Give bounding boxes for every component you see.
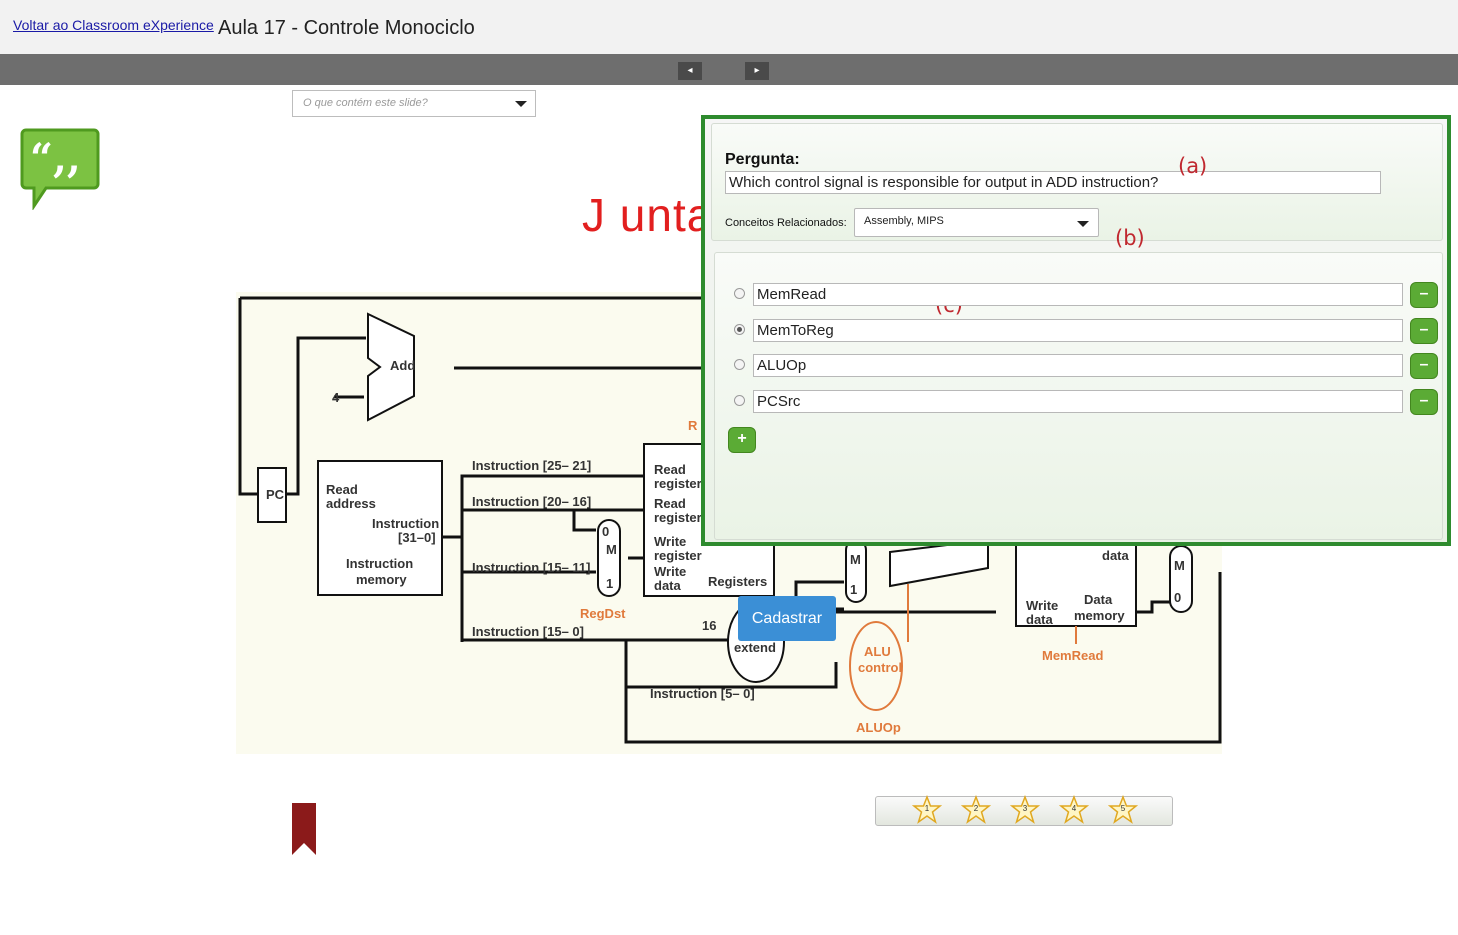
mux-label: M — [606, 542, 617, 557]
remove-option-4-button[interactable]: – — [1410, 389, 1438, 415]
minus-icon: – — [1419, 356, 1429, 373]
write-register-label-2: register — [654, 548, 702, 563]
star-1-icon[interactable]: 1 — [911, 794, 943, 825]
annotation-b: (b) — [1115, 226, 1145, 250]
read-register-1-label: Read — [654, 462, 686, 477]
star-5-icon[interactable]: 5 — [1107, 794, 1139, 825]
alu-control-label: ALU — [864, 644, 891, 659]
write-data-label: Write — [654, 564, 686, 579]
question-label: Pergunta: — [725, 151, 800, 168]
star-2-icon[interactable]: 2 — [960, 794, 992, 825]
read-address-label-2: address — [326, 496, 376, 511]
pc-label: PC — [266, 487, 285, 502]
instruction-bits-label: [31–0] — [398, 530, 436, 545]
read-register-2-label: Read — [654, 496, 686, 511]
data-label: data — [1102, 548, 1130, 563]
instr-20-16-label: Instruction [20– 16] — [472, 494, 591, 509]
data-memory-label-2: memory — [1074, 608, 1125, 623]
mux-1-label: 1 — [606, 576, 613, 591]
instr-15-11-label: Instruction [15– 11] — [472, 560, 590, 575]
memread-label: MemRead — [1042, 648, 1103, 663]
star-5-label: 5 — [1120, 804, 1126, 813]
annotation-a: (a) — [1178, 154, 1208, 178]
chevron-left-icon: ◂ — [687, 65, 693, 76]
option-2-radio[interactable] — [734, 324, 745, 335]
concepts-dropdown[interactable]: Assembly, MIPS — [854, 208, 1099, 237]
option-4-radio[interactable] — [734, 395, 745, 406]
star-2-label: 2 — [973, 804, 979, 813]
minus-icon: – — [1419, 285, 1429, 302]
read-register-1-label-2: register — [654, 476, 702, 491]
star-4-icon[interactable]: 4 — [1058, 794, 1090, 825]
instruction-memory-label: Instruction — [346, 556, 413, 571]
data-memory-label: Data — [1084, 592, 1113, 607]
next-slide-button[interactable]: ▸ — [745, 62, 769, 80]
instruction-label: Instruction — [372, 516, 439, 531]
write-data-mem-label: Write — [1026, 598, 1058, 613]
question-panel: Pergunta: Which control signal is respon… — [701, 115, 1451, 641]
bookmark-icon[interactable] — [292, 803, 316, 855]
concepts-label: Conceitos Relacionados: — [725, 217, 847, 229]
comment-quote-icon[interactable]: “,, — [20, 126, 102, 210]
prev-slide-button[interactable]: ◂ — [678, 62, 702, 80]
option-2-input[interactable]: MemToReg — [753, 319, 1403, 342]
minus-icon: – — [1419, 392, 1429, 409]
plus-icon: + — [737, 430, 747, 447]
four-label: 4 — [332, 390, 340, 405]
sixteen-label: 16 — [702, 618, 716, 633]
memtoreg-mux-0-label: 0 — [1174, 590, 1181, 605]
mux-0-label: 0 — [602, 524, 609, 539]
chevron-down-icon — [515, 101, 527, 107]
star-1-label: 1 — [924, 804, 930, 813]
star-3-label: 3 — [1022, 804, 1028, 813]
regdst-label: RegDst — [580, 606, 626, 621]
star-3-icon[interactable]: 3 — [1009, 794, 1041, 825]
back-to-classroom-link[interactable]: Voltar ao Classroom eXperience — [13, 17, 214, 33]
slide-content-dropdown[interactable]: O que contém este slide? — [292, 90, 536, 117]
remove-option-1-button[interactable]: – — [1410, 282, 1438, 308]
instr-5-0-label: Instruction [5– 0] — [650, 686, 755, 701]
instruction-memory-label-2: memory — [356, 572, 407, 587]
regwrite-label-partial: R — [688, 418, 698, 433]
alusrc-mux-label: M — [850, 552, 861, 567]
rating-bar: 1 2 3 4 5 — [875, 794, 1173, 826]
submit-button[interactable]: Cadastrar — [738, 596, 836, 641]
registers-label: Registers — [708, 574, 767, 589]
read-address-label: Read — [326, 482, 358, 497]
question-well: Pergunta: Which control signal is respon… — [711, 123, 1443, 250]
question-input[interactable]: Which control signal is responsible for … — [725, 171, 1381, 194]
remove-option-3-button[interactable]: – — [1410, 353, 1438, 379]
options-well: (c) MemRead – MemToReg – ALUOp – PCSrc –… — [714, 252, 1443, 641]
instr-15-0-label: Instruction [15– 0] — [472, 624, 584, 639]
memtoreg-mux-label: M — [1174, 558, 1185, 573]
aluop-label: ALUOp — [856, 720, 901, 735]
chevron-down-icon — [1077, 221, 1089, 227]
star-4-label: 4 — [1071, 804, 1077, 813]
add-option-button[interactable]: + — [728, 427, 756, 453]
slide-nav-bar — [0, 54, 1458, 85]
slide-content-placeholder: O que contém este slide? — [303, 97, 428, 109]
option-1-radio[interactable] — [734, 288, 745, 299]
read-register-2-label-2: register — [654, 510, 702, 525]
option-3-input[interactable]: ALUOp — [753, 354, 1403, 377]
alusrc-mux-1-label: 1 — [850, 582, 857, 597]
add-label: Add — [390, 358, 415, 373]
option-1-input[interactable]: MemRead — [753, 283, 1403, 306]
option-3-radio[interactable] — [734, 359, 745, 370]
page-title: Aula 17 - Controle Monociclo — [218, 17, 475, 39]
slide-title: J unta — [582, 189, 714, 241]
sign-extend-label-2: extend — [734, 640, 776, 655]
chevron-right-icon: ▸ — [754, 65, 760, 76]
concepts-value: Assembly, MIPS — [864, 215, 944, 227]
write-data-mem-label-2: data — [1026, 612, 1054, 627]
alu-control-label-2: control — [858, 660, 902, 675]
write-register-label: Write — [654, 534, 686, 549]
svg-text:“,,: “,, — [30, 135, 81, 182]
instr-25-21-label: Instruction [25– 21] — [472, 458, 591, 473]
minus-icon: – — [1419, 321, 1429, 338]
write-data-label-2: data — [654, 578, 682, 593]
option-4-input[interactable]: PCSrc — [753, 390, 1403, 413]
remove-option-2-button[interactable]: – — [1410, 318, 1438, 344]
